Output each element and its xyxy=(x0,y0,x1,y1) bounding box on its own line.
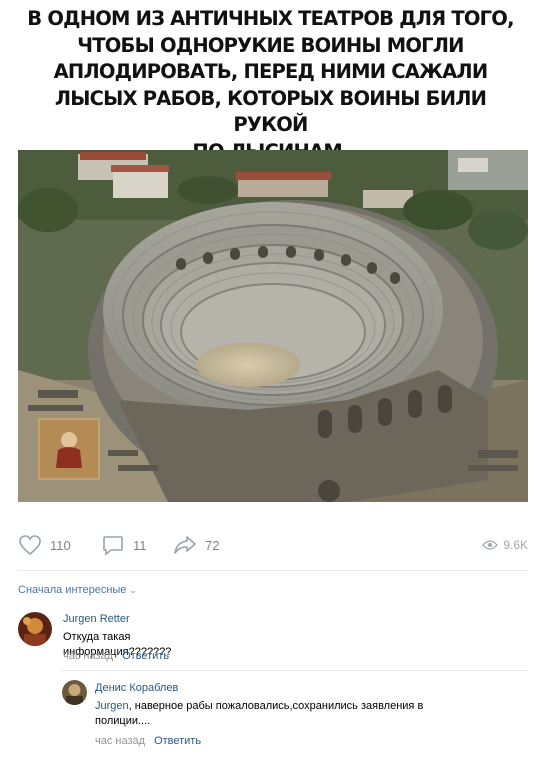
post-photo[interactable] xyxy=(18,150,528,502)
comment-text-line: полиции.... xyxy=(95,714,151,727)
avatar[interactable] xyxy=(18,612,52,646)
like-button[interactable]: 110 xyxy=(18,530,71,560)
comments-sort-selector[interactable]: Сначала интересные ⌄ xyxy=(18,584,137,596)
sort-label: Сначала интересные xyxy=(18,584,127,596)
comment-button[interactable]: 11 xyxy=(101,530,147,560)
avatar[interactable] xyxy=(62,680,87,705)
amphitheater-image xyxy=(18,150,528,502)
share-icon xyxy=(174,536,196,554)
reply-button[interactable]: Ответить xyxy=(122,650,169,662)
meme-caption-line: В ОДНОМ ИЗ АНТИЧНЫХ ТЕАТРОВ ДЛЯ ТОГО, xyxy=(27,7,514,30)
mention-link[interactable]: Jurgen xyxy=(95,700,129,712)
views-counter: 9.6K xyxy=(482,530,528,560)
avatar-image xyxy=(18,612,52,646)
meme-caption-line: АПЛОДИРОВАТЬ, ПЕРЕД НИМИ САЖАЛИ xyxy=(53,60,489,83)
heart-icon xyxy=(19,535,41,556)
divider xyxy=(18,570,528,571)
eye-icon xyxy=(482,540,499,550)
comment-author[interactable]: Денис Кораблев xyxy=(95,682,178,694)
comment-time[interactable]: час назад xyxy=(63,650,113,662)
like-count: 110 xyxy=(50,537,71,553)
comment-author[interactable]: Jurgen Retter xyxy=(63,613,130,625)
avatar-image xyxy=(62,680,87,705)
meme-caption-line: ЧТОБЫ ОДНОРУКИЕ ВОИНЫ МОГЛИ xyxy=(77,33,464,57)
chevron-down-icon: ⌄ xyxy=(129,584,137,595)
comment-time[interactable]: час назад xyxy=(95,735,145,747)
comment-text: Jurgen, наверное рабы пожаловались,сохра… xyxy=(95,699,515,728)
comment-meta: час назад Ответить xyxy=(63,650,169,662)
share-count: 72 xyxy=(205,537,220,553)
meme-caption: В ОДНОМ ИЗ АНТИЧНЫХ ТЕАТРОВ ДЛЯ ТОГО, ЧТ… xyxy=(20,6,521,165)
share-button[interactable]: 72 xyxy=(173,530,219,560)
reply-button[interactable]: Ответить xyxy=(154,735,201,747)
comment-text-line: , наверное рабы пожаловались,сохранились… xyxy=(128,700,424,712)
meme-caption-line: ЛЫСЫХ РАБОВ, КОТОРЫХ ВОИНЫ БИЛИ РУКОЙ xyxy=(54,86,487,137)
divider xyxy=(62,670,528,671)
comment-icon xyxy=(103,536,123,556)
comment-count: 11 xyxy=(133,537,147,553)
comment-meta: час назад Ответить xyxy=(95,735,201,747)
post-actions-bar: 110 11 72 9.6K xyxy=(18,530,528,560)
views-count: 9.6K xyxy=(503,538,528,552)
